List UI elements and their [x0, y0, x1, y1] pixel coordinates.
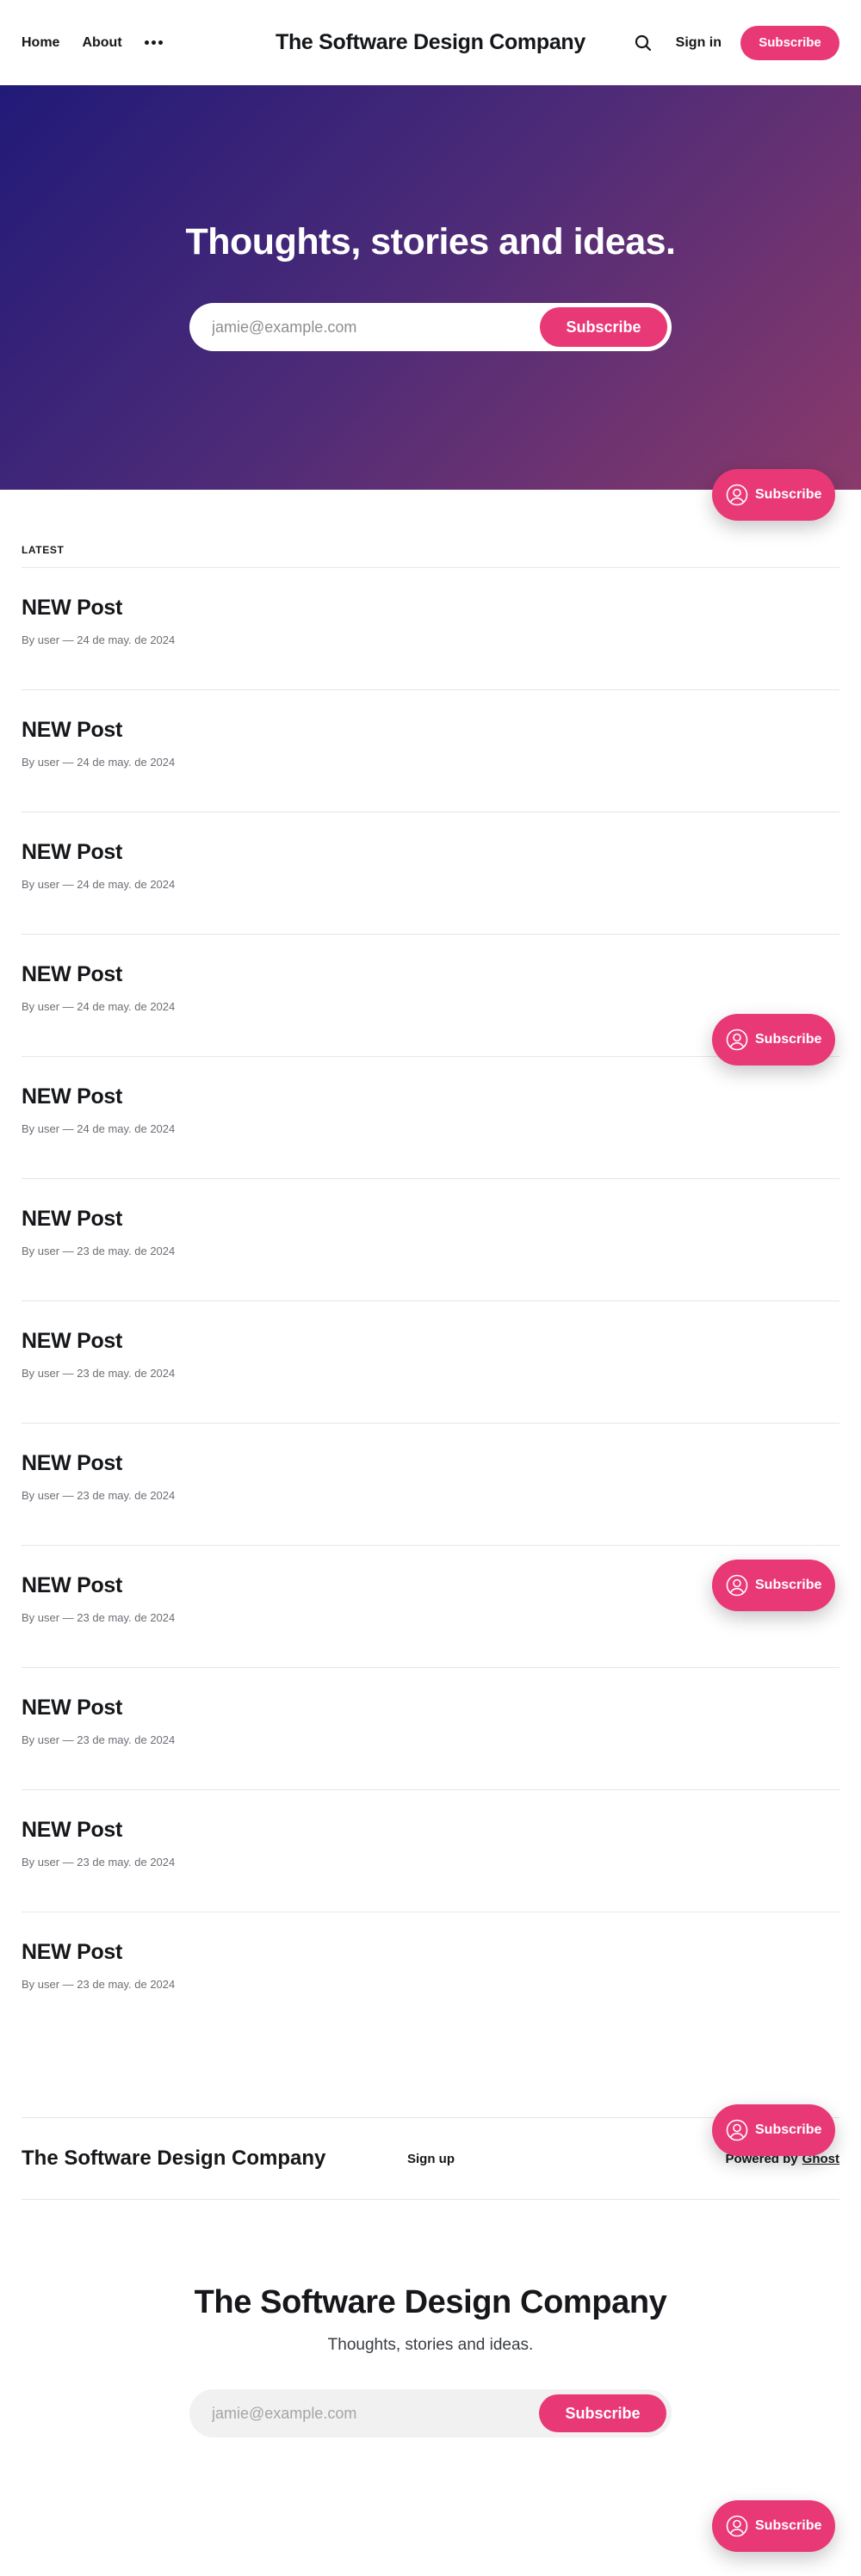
- portal-label: Subscribe: [755, 2518, 822, 2533]
- portal-label: Subscribe: [755, 2122, 822, 2137]
- post-item: NEW Post By user — 23 de may. de 2024: [22, 1912, 839, 2035]
- portal-subscribe-button[interactable]: Subscribe: [712, 2500, 835, 2552]
- post-meta: By user — 23 de may. de 2024: [22, 1856, 176, 1869]
- user-circle-icon: [726, 2515, 748, 2537]
- post-title[interactable]: NEW Post: [22, 1084, 122, 1109]
- post-item: NEW Post By user — 23 de may. de 2024: [22, 1668, 839, 1790]
- site-title-link[interactable]: The Software Design Company: [276, 30, 585, 55]
- cta-description: Thoughts, stories and ideas.: [327, 2336, 534, 2354]
- post-title[interactable]: NEW Post: [22, 1573, 122, 1598]
- portal-subscribe-button[interactable]: Subscribe: [712, 1560, 835, 1611]
- hero-email-input[interactable]: [189, 303, 540, 351]
- post-meta: By user — 24 de may. de 2024: [22, 1000, 176, 1013]
- post-item: NEW Post By user — 23 de may. de 2024: [22, 1790, 839, 1912]
- post-title[interactable]: NEW Post: [22, 596, 122, 621]
- post-meta: By user — 23 de may. de 2024: [22, 1733, 176, 1746]
- user-circle-icon: [726, 1029, 748, 1051]
- post-item: NEW Post By user — 24 de may. de 2024: [22, 568, 839, 690]
- cta-subscribe-form: Subscribe: [189, 2389, 672, 2437]
- post-title[interactable]: NEW Post: [22, 962, 122, 987]
- portal-subscribe-button[interactable]: Subscribe: [712, 469, 835, 521]
- post-meta: By user — 24 de may. de 2024: [22, 878, 176, 891]
- post-title[interactable]: NEW Post: [22, 718, 122, 743]
- header-subscribe-button[interactable]: Subscribe: [740, 25, 839, 60]
- post-meta: By user — 23 de may. de 2024: [22, 1611, 176, 1624]
- post-title[interactable]: NEW Post: [22, 1818, 122, 1843]
- cta-subscribe-button[interactable]: Subscribe: [539, 2394, 666, 2432]
- cta-email-input[interactable]: [189, 2389, 539, 2437]
- post-item: NEW Post By user — 24 de may. de 2024: [22, 690, 839, 812]
- post-meta: By user — 24 de may. de 2024: [22, 756, 176, 769]
- post-item: NEW Post By user — 23 de may. de 2024: [22, 1424, 839, 1546]
- post-meta: By user — 24 de may. de 2024: [22, 633, 176, 646]
- cta-title: The Software Design Company: [194, 2284, 667, 2320]
- post-meta: By user — 23 de may. de 2024: [22, 1489, 176, 1502]
- post-title[interactable]: NEW Post: [22, 1329, 122, 1354]
- post-meta: By user — 23 de may. de 2024: [22, 1978, 176, 1991]
- post-meta: By user — 23 de may. de 2024: [22, 1245, 176, 1257]
- post-meta: By user — 24 de may. de 2024: [22, 1122, 176, 1135]
- post-title[interactable]: NEW Post: [22, 1451, 122, 1476]
- post-title[interactable]: NEW Post: [22, 1696, 122, 1720]
- hero-subscribe-button[interactable]: Subscribe: [540, 307, 667, 347]
- portal-label: Subscribe: [755, 487, 822, 502]
- nav-home-link[interactable]: Home: [22, 35, 59, 51]
- primary-nav: Home About: [22, 0, 163, 85]
- site-header: Home About The Software Design Company S…: [0, 0, 861, 85]
- header-actions: Sign in Subscribe: [633, 0, 839, 85]
- hero-section: Thoughts, stories and ideas. Subscribe: [0, 85, 861, 490]
- search-icon[interactable]: [633, 33, 653, 53]
- hero-subscribe-form: Subscribe: [189, 303, 672, 351]
- post-meta: By user — 23 de may. de 2024: [22, 1367, 176, 1380]
- user-circle-icon: [726, 484, 748, 506]
- signin-link[interactable]: Sign in: [676, 35, 722, 51]
- hero-title: Thoughts, stories and ideas.: [185, 221, 676, 263]
- feed-label: LATEST: [22, 544, 65, 556]
- post-item: NEW Post By user — 23 de may. de 2024: [22, 1179, 839, 1301]
- post-item: NEW Post By user — 23 de may. de 2024: [22, 1301, 839, 1424]
- nav-about-link[interactable]: About: [82, 35, 121, 51]
- footer-signup-link[interactable]: Sign up: [407, 2118, 455, 2199]
- post-title[interactable]: NEW Post: [22, 840, 122, 865]
- more-icon[interactable]: [144, 37, 163, 48]
- post-title[interactable]: NEW Post: [22, 1940, 122, 1965]
- user-circle-icon: [726, 2119, 748, 2141]
- footer-site-title[interactable]: The Software Design Company: [22, 2118, 325, 2199]
- post-item: NEW Post By user — 24 de may. de 2024: [22, 812, 839, 935]
- post-item: NEW Post By user — 23 de may. de 2024: [22, 1546, 839, 1668]
- portal-label: Subscribe: [755, 1578, 822, 1592]
- portal-subscribe-button[interactable]: Subscribe: [712, 1014, 835, 1066]
- post-item: NEW Post By user — 24 de may. de 2024: [22, 1057, 839, 1179]
- portal-subscribe-button[interactable]: Subscribe: [712, 2104, 835, 2156]
- user-circle-icon: [726, 1574, 748, 1597]
- portal-label: Subscribe: [755, 1032, 822, 1047]
- post-title[interactable]: NEW Post: [22, 1207, 122, 1232]
